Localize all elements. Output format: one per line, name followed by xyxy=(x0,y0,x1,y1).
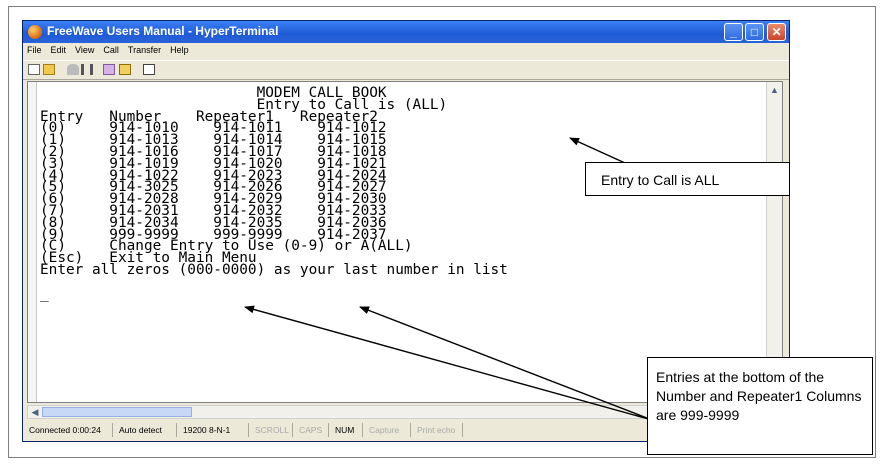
terminal-cursor: _ xyxy=(40,285,49,302)
status-print: Print echo xyxy=(413,423,463,437)
status-connected: Connected 0:00:24 xyxy=(25,423,113,437)
menu-file[interactable]: File xyxy=(23,43,47,55)
minimize-icon: _ xyxy=(730,25,737,39)
toolbar xyxy=(23,60,789,80)
status-capture: Capture xyxy=(365,423,411,437)
scroll-left-icon[interactable]: ◀ xyxy=(29,406,41,418)
vertical-scrollbar[interactable]: ▲ xyxy=(766,82,782,402)
maximize-button[interactable]: □ xyxy=(745,23,764,41)
status-detect: Auto detect xyxy=(115,423,177,437)
scroll-up-icon[interactable]: ▲ xyxy=(769,85,780,95)
close-button[interactable]: ✕ xyxy=(767,23,786,41)
terminal-text: MODEM CALL BOOK Entry to Call is (ALL) E… xyxy=(40,86,508,302)
open-icon[interactable] xyxy=(43,64,55,75)
status-num: NUM xyxy=(331,423,363,437)
menu-help[interactable]: Help xyxy=(166,43,194,55)
menu-bar: File Edit View Call Transfer Help xyxy=(23,43,789,59)
menu-transfer[interactable]: Transfer xyxy=(124,43,166,55)
horizontal-scroll-thumb[interactable] xyxy=(42,407,192,417)
title-bar: FreeWave Users Manual - HyperTerminal _ … xyxy=(23,21,789,43)
callout-entry-to-call: Entry to Call is ALL xyxy=(585,162,790,196)
status-scroll: SCROLL xyxy=(251,423,293,437)
menu-edit[interactable]: Edit xyxy=(47,43,72,55)
close-icon: ✕ xyxy=(771,25,782,39)
menu-call[interactable]: Call xyxy=(99,43,124,55)
call-icon[interactable] xyxy=(67,64,79,75)
terminal-line: Enter all zeros (000-0000) as your last … xyxy=(40,261,508,278)
window-title: FreeWave Users Manual - HyperTerminal xyxy=(47,24,279,38)
status-caps: CAPS xyxy=(295,423,329,437)
disconnect-icon[interactable] xyxy=(81,64,93,75)
terminal-screen[interactable]: MODEM CALL BOOK Entry to Call is (ALL) E… xyxy=(27,81,783,403)
properties-icon[interactable] xyxy=(143,64,155,75)
send-icon[interactable] xyxy=(103,64,115,75)
hyperterminal-icon xyxy=(28,25,42,39)
minimize-button[interactable]: _ xyxy=(724,23,743,41)
menu-view[interactable]: View xyxy=(71,43,99,55)
receive-icon[interactable] xyxy=(119,64,131,75)
maximize-icon: □ xyxy=(750,25,759,39)
terminal-gutter xyxy=(28,82,37,402)
status-settings: 19200 8-N-1 xyxy=(179,423,249,437)
callout-bottom-entries: Entries at the bottom of the Number and … xyxy=(647,357,873,455)
new-icon[interactable] xyxy=(28,64,40,75)
